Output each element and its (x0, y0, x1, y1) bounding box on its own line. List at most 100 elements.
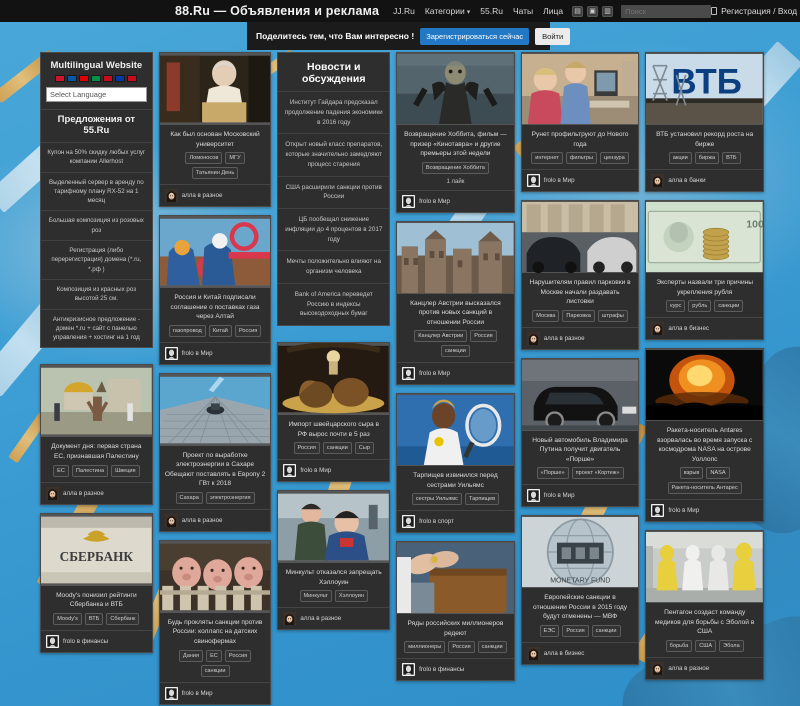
card-author-label[interactable]: frolo в финансы (63, 638, 108, 645)
card-thumbnail-vtb-logo[interactable]: ВТБ (646, 53, 763, 125)
card-title[interactable]: Ракета-носитель Antares взорвалась во вр… (646, 421, 763, 467)
card-author-label[interactable]: frolo в финансы (419, 666, 464, 673)
card-swiss-cheese[interactable]: Импорт швейцарского сыра в РФ вырос почт… (277, 342, 391, 483)
avatar[interactable] (283, 612, 297, 626)
panel-icon-3[interactable]: ▥ (602, 5, 614, 17)
card-thumbnail-hands-briefcase[interactable] (397, 542, 514, 615)
avatar[interactable] (164, 189, 178, 203)
card-tag[interactable]: Россия (470, 330, 497, 343)
card-title[interactable]: Moody's понизил рейтинги Сбербанка и ВТБ (41, 586, 152, 613)
card-tag[interactable]: NASA (706, 467, 730, 480)
card-thumbnail-rocket-explosion[interactable] (646, 349, 763, 422)
card-tag[interactable]: интернет (531, 152, 563, 165)
card-austria-chancellor[interactable]: Канцлер Австрии высказался против новых … (396, 220, 515, 386)
card-tag[interactable]: Ракета-носитель Антарес (667, 482, 742, 495)
card-title[interactable]: Минкульт отказался запрещать Хэллоуин (278, 563, 389, 590)
card-tag[interactable]: «Порше» (536, 467, 569, 480)
card-tag[interactable]: Россия (562, 625, 589, 638)
card-author-label[interactable]: алла в бизнес (544, 650, 585, 657)
card-thumbnail-pigs-farm[interactable] (159, 540, 271, 613)
card-tag[interactable]: Дания (178, 649, 204, 662)
news-item[interactable]: Мечты положительно влияют на организм че… (278, 250, 390, 283)
card-title[interactable]: Европейские санкции в отношении России в… (522, 588, 639, 625)
card-title[interactable]: Проект по выработке электроэнергии в Сах… (160, 446, 271, 492)
card-palestine[interactable]: Документ дня: первая страна ЕС, признавш… (40, 364, 153, 505)
card-tag[interactable]: США (695, 640, 717, 653)
card-tag[interactable]: санкции (200, 664, 230, 677)
card-thumbnail-painting-portrait[interactable] (159, 53, 271, 125)
panel-icon-2[interactable]: ▣ (587, 5, 599, 17)
avatar[interactable] (526, 331, 540, 345)
card-runet-filter[interactable]: Рунет профильтруют до Нового года интерне… (520, 52, 640, 193)
news-item[interactable]: ЦБ пообещал снижение инфляции до 4 проце… (278, 208, 390, 250)
card-tag[interactable]: борьба (665, 640, 693, 653)
card-danish-pigs[interactable]: Будь прокляты санкции против России: кол… (158, 539, 272, 705)
language-flag-icon[interactable] (55, 75, 66, 82)
card-thumbnail-solar-panels[interactable] (159, 373, 271, 446)
card-author-label[interactable]: алла в банки (668, 177, 705, 184)
nav-55ru[interactable]: 55.Ru (480, 6, 503, 16)
card-sahara-solar[interactable]: Проект по выработке электроэнергии в Сах… (158, 372, 272, 532)
card-moscow-university[interactable]: Как был основан Московский университет Ло… (158, 52, 272, 208)
language-flag-icon[interactable] (103, 75, 114, 82)
card-tag[interactable]: ВТБ (84, 612, 104, 625)
card-thumbnail-workers-pipes[interactable] (159, 216, 271, 289)
card-tag[interactable]: санкции (477, 641, 507, 654)
card-title[interactable]: Импорт швейцарского сыра в РФ вырос почт… (278, 415, 389, 442)
offer-item[interactable]: Композиция из красных роз высотой 25 см. (41, 278, 152, 309)
card-author-label[interactable]: алла в разное (63, 490, 104, 497)
language-flag-icon[interactable] (79, 75, 90, 82)
news-item[interactable]: Bank of America переведет Россию в индек… (278, 282, 390, 325)
card-tag[interactable]: штрафы (597, 309, 628, 322)
card-author-label[interactable]: алла в разное (668, 665, 709, 672)
card-author-label[interactable]: frolo в Мир (300, 467, 331, 474)
card-putin-car[interactable]: Новый автомобиль Владимира Путина получи… (520, 357, 640, 508)
card-russia-china-gas[interactable]: Россия и Китай подписали соглашение о по… (158, 215, 272, 365)
card-thumbnail-sberbank-sign[interactable]: СБЕРБАНК (41, 513, 152, 586)
avatar[interactable] (526, 647, 540, 661)
card-tag[interactable]: рубль (688, 300, 712, 313)
card-title[interactable]: Тарпищев извинился перед сестрами Уильям… (397, 466, 514, 493)
avatar[interactable] (164, 686, 178, 700)
register-now-button[interactable]: Зарегистрироваться сейчас (420, 27, 530, 45)
card-tag[interactable]: Россия (234, 324, 262, 337)
card-tag[interactable]: санкции (322, 442, 352, 455)
card-title[interactable]: Документ дня: первая страна ЕС, признавш… (41, 437, 152, 464)
nav-categories[interactable]: Категории ▾ (425, 6, 470, 16)
card-thumbnail-tennis-player[interactable] (397, 394, 514, 467)
card-tag[interactable]: Россия (293, 442, 320, 455)
card-ruble-reasons[interactable]: 100 Эксперты назвали три причины укреплен… (645, 200, 764, 341)
avatar[interactable] (526, 174, 540, 188)
news-item[interactable]: Институт Гайдара предсказал продолжение … (278, 91, 390, 133)
card-tag[interactable]: Канцлер Австрии (414, 330, 468, 343)
language-flag-icon[interactable] (115, 75, 126, 82)
card-thumbnail-protest-dome[interactable] (41, 365, 152, 438)
card-title[interactable]: Ряды российских миллионеров редеют (397, 614, 514, 641)
card-author-label[interactable]: frolo в Мир (544, 177, 575, 184)
card-title[interactable]: Новый автомобиль Владимира Путина получи… (522, 431, 639, 468)
card-imf-sanctions[interactable]: MONETARY FUND Европейские санкции в отнош… (520, 515, 640, 666)
card-thumbnail-imf-globe[interactable]: MONETARY FUND (521, 516, 639, 589)
avatar[interactable] (651, 662, 665, 676)
avatar[interactable] (402, 194, 416, 208)
offer-item[interactable]: Выделенный сервер в аренду по тарифному … (41, 171, 152, 211)
card-tag[interactable]: Тарпищев (464, 493, 500, 506)
card-tag[interactable]: ЕС (206, 649, 222, 662)
card-tag[interactable]: Ломоносов (185, 152, 223, 165)
offer-item[interactable]: Большая композиция из розовых роз (41, 210, 152, 240)
nav-faces[interactable]: Лица (543, 6, 563, 16)
avatar[interactable] (402, 367, 416, 381)
card-tag[interactable]: МГУ (225, 152, 245, 165)
card-tag[interactable]: санкции (440, 345, 470, 358)
avatar[interactable] (402, 515, 416, 529)
card-title[interactable]: Возвращение Хоббита, фильм — призер «Кин… (397, 125, 514, 162)
card-tag[interactable]: цензура (599, 152, 629, 165)
card-title[interactable]: Пентагон создаст команду медиков для бор… (646, 603, 763, 640)
offer-item[interactable]: Антикризисное предложение - домен *.ru +… (41, 308, 152, 348)
card-author-label[interactable]: frolo в Мир (182, 350, 213, 357)
card-thumbnail-hazmat-team[interactable] (646, 531, 763, 604)
card-author-label[interactable]: алла в разное (182, 517, 223, 524)
language-select-input[interactable] (46, 87, 147, 102)
card-thumbnail-orc-warrior[interactable] (397, 53, 514, 125)
nav-jjru[interactable]: JJ.Ru (393, 6, 415, 16)
